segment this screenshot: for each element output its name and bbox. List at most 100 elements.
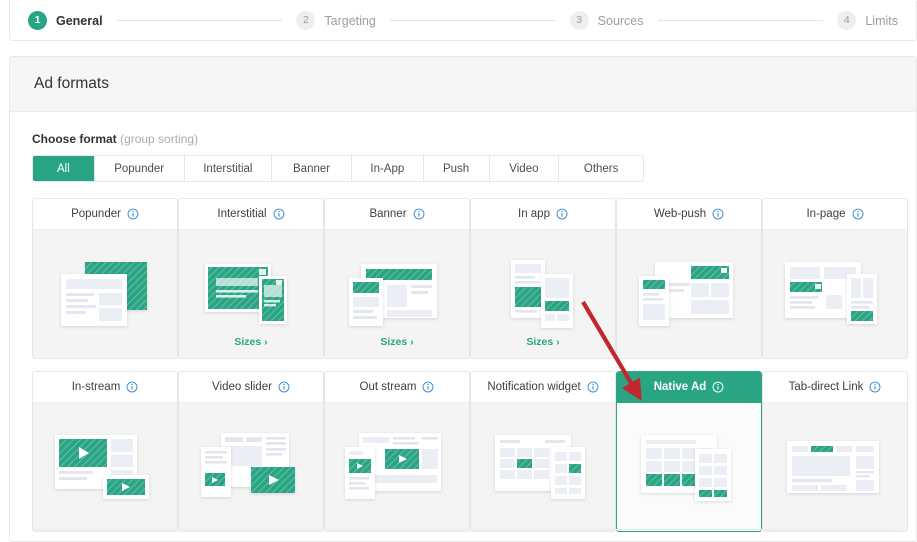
format-card-body xyxy=(325,403,469,531)
format-card-notification-widget[interactable]: Notification widget xyxy=(470,371,616,532)
format-card-web-push[interactable]: Web-push xyxy=(616,198,762,359)
step-label: General xyxy=(56,14,103,28)
format-card-header: Notification widget xyxy=(471,372,615,403)
format-illustration xyxy=(45,252,165,336)
format-card-header: Web-push xyxy=(617,199,761,230)
step-connector-line xyxy=(658,20,824,21)
wizard-stepper: 1 General 2 Targeting 3 Sources 4 Limits xyxy=(9,1,917,41)
format-card-body xyxy=(471,403,615,531)
format-card-body xyxy=(33,403,177,531)
format-card-in-app[interactable]: In app Sizes › xyxy=(470,198,616,359)
tab-popunder[interactable]: Popunder xyxy=(95,156,185,181)
format-card-body xyxy=(33,230,177,358)
tab-interstitial[interactable]: Interstitial xyxy=(185,156,273,181)
info-circle-icon[interactable] xyxy=(127,208,139,220)
step-number-badge: 2 xyxy=(296,11,315,30)
info-circle-icon[interactable] xyxy=(852,208,864,220)
format-card-body: Sizes › xyxy=(471,230,615,358)
format-illustration xyxy=(45,425,165,509)
format-card-out-stream[interactable]: Out stream xyxy=(324,371,470,532)
format-card-body xyxy=(179,403,323,531)
info-circle-icon[interactable] xyxy=(273,208,285,220)
format-card-body: Sizes › xyxy=(179,230,323,358)
format-card-header: Video slider xyxy=(179,372,323,403)
format-card-video-slider[interactable]: Video slider xyxy=(178,371,324,532)
format-illustration xyxy=(483,425,603,509)
format-card-title: Notification widget xyxy=(487,381,580,393)
format-card-tab-direct-link[interactable]: Tab-direct Link xyxy=(762,371,908,532)
format-illustration xyxy=(337,252,457,336)
info-circle-icon[interactable] xyxy=(869,381,881,393)
format-card-body xyxy=(763,403,907,531)
format-card-popunder[interactable]: Popunder xyxy=(32,198,178,359)
stepper-step-general[interactable]: 1 General xyxy=(28,11,103,30)
sizes-link[interactable]: Sizes › xyxy=(179,336,323,348)
format-card-header: Popunder xyxy=(33,199,177,230)
format-illustration xyxy=(629,425,749,509)
info-circle-icon[interactable] xyxy=(712,381,724,393)
format-card-in-stream[interactable]: In-stream xyxy=(32,371,178,532)
info-circle-icon[interactable] xyxy=(422,381,434,393)
format-card-title: Video slider xyxy=(212,381,272,393)
info-circle-icon[interactable] xyxy=(278,381,290,393)
step-connector-line xyxy=(390,20,556,21)
format-illustration xyxy=(191,425,311,509)
tab-banner[interactable]: Banner xyxy=(272,156,352,181)
format-card-title: In-stream xyxy=(72,381,121,393)
format-card-title: In app xyxy=(518,208,550,220)
format-illustration xyxy=(191,252,311,336)
format-card-banner[interactable]: Banner Sizes › xyxy=(324,198,470,359)
format-card-header: Native Ad xyxy=(617,372,761,403)
step-number-badge: 3 xyxy=(570,11,589,30)
choose-format-text: Choose format xyxy=(32,132,117,146)
sizes-link[interactable]: Sizes › xyxy=(325,336,469,348)
format-card-title: Popunder xyxy=(71,208,121,220)
format-filter-tabs[interactable]: AllPopunderInterstitialBannerIn-AppPushV… xyxy=(32,155,644,182)
format-illustration xyxy=(629,252,749,336)
sizes-link[interactable]: Sizes › xyxy=(471,336,615,348)
format-card-title: Banner xyxy=(369,208,406,220)
format-card-body: Sizes › xyxy=(325,230,469,358)
step-label: Targeting xyxy=(324,14,375,28)
tab-push[interactable]: Push xyxy=(424,156,490,181)
tab-others[interactable]: Others xyxy=(559,156,643,181)
format-card-interstitial[interactable]: InterstitialSizes › xyxy=(178,198,324,359)
format-card-header: Banner xyxy=(325,199,469,230)
format-card-header: Tab-direct Link xyxy=(763,372,907,403)
format-card-native-ad[interactable]: Native Ad xyxy=(616,371,762,532)
format-card-header: In-page xyxy=(763,199,907,230)
panel-body: Choose format (group sorting) AllPopunde… xyxy=(10,112,916,532)
format-card-title: Tab-direct Link xyxy=(789,381,864,393)
info-circle-icon[interactable] xyxy=(413,208,425,220)
format-card-header: Out stream xyxy=(325,372,469,403)
format-card-body xyxy=(617,403,761,531)
step-number-badge: 1 xyxy=(28,11,47,30)
format-cards-grid: Popunder InterstitialSizes › Banner Sizes ›… xyxy=(32,198,894,532)
stepper-step-sources[interactable]: 3 Sources xyxy=(570,11,644,30)
tab-all[interactable]: All xyxy=(33,156,95,181)
tab-in-app[interactable]: In-App xyxy=(352,156,424,181)
tab-video[interactable]: Video xyxy=(490,156,560,181)
info-circle-icon[interactable] xyxy=(126,381,138,393)
format-card-title: In-page xyxy=(806,208,845,220)
format-card-title: Web-push xyxy=(654,208,706,220)
format-card-in-page[interactable]: In-page xyxy=(762,198,908,359)
step-label: Limits xyxy=(865,14,898,28)
format-illustration xyxy=(337,425,457,509)
format-card-body xyxy=(763,230,907,358)
stepper-step-targeting[interactable]: 2 Targeting xyxy=(296,11,375,30)
step-number-badge: 4 xyxy=(837,11,856,30)
format-card-header: In app xyxy=(471,199,615,230)
panel-header: Ad formats xyxy=(10,57,916,112)
step-connector-line xyxy=(117,20,283,21)
format-card-body xyxy=(617,230,761,358)
stepper-step-limits[interactable]: 4 Limits xyxy=(837,11,898,30)
info-circle-icon[interactable] xyxy=(712,208,724,220)
info-circle-icon[interactable] xyxy=(556,208,568,220)
ad-formats-panel: Ad formats Choose format (group sorting)… xyxy=(9,56,917,542)
page-title: Ad formats xyxy=(34,75,109,93)
section-divider xyxy=(32,529,894,530)
format-illustration xyxy=(775,425,895,509)
info-circle-icon[interactable] xyxy=(587,381,599,393)
step-label: Sources xyxy=(598,14,644,28)
